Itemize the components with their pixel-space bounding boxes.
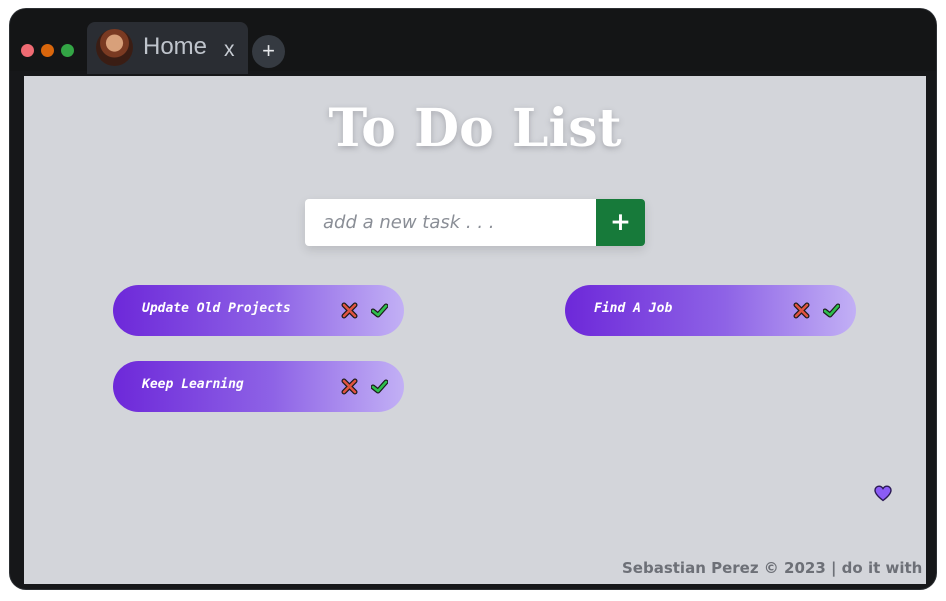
tab-close-button[interactable]: x [224, 38, 235, 62]
page-content: To Do List + Update Old Projects Find A … [24, 76, 926, 584]
delete-icon[interactable] [793, 302, 810, 319]
avatar [96, 29, 133, 66]
task-item: Find A Job [565, 285, 856, 336]
check-icon[interactable] [823, 302, 840, 319]
task-label: Keep Learning [142, 377, 244, 392]
browser-topbar: Home x + [10, 9, 936, 74]
task-input-group: + [305, 199, 645, 246]
check-icon[interactable] [371, 302, 388, 319]
footer-credit: Sebastian Perez © 2023 | do it with [622, 559, 923, 577]
add-task-button[interactable]: + [596, 199, 645, 246]
page-title: To Do List [328, 98, 622, 159]
browser-window: Home x + To Do List + Update Old Project… [10, 9, 936, 589]
check-icon[interactable] [371, 378, 388, 395]
maximize-window-button[interactable] [61, 44, 74, 57]
task-label: Update Old Projects [142, 301, 291, 316]
heart-icon [874, 485, 892, 502]
delete-icon[interactable] [341, 378, 358, 395]
minimize-window-button[interactable] [41, 44, 54, 57]
tab-title: Home [143, 33, 208, 60]
delete-icon[interactable] [341, 302, 358, 319]
close-window-button[interactable] [21, 44, 34, 57]
task-item: Update Old Projects [113, 285, 404, 336]
tab-home[interactable]: Home x [87, 22, 248, 74]
task-item: Keep Learning [113, 361, 404, 412]
task-input[interactable] [305, 199, 596, 246]
task-label: Find A Job [594, 301, 673, 316]
new-tab-button[interactable]: + [252, 35, 285, 68]
